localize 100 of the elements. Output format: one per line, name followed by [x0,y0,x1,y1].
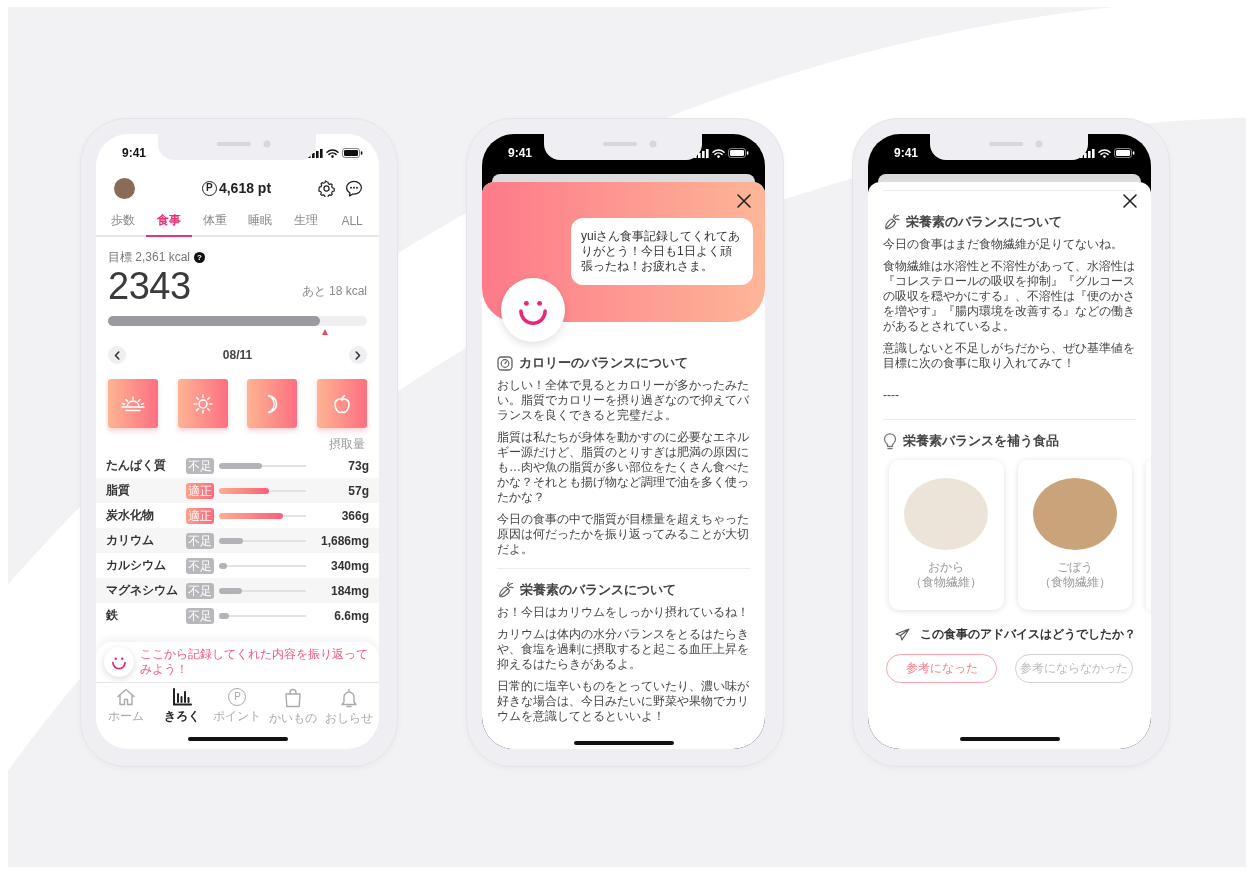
wifi-icon [326,148,339,158]
advice-paragraph: 日常的に塩辛いものをとっていたり、濃い味が好きな場合は、今日みたいに野菜や果物でカリウムを意識してとるといいよ！ [497,679,750,724]
advice-paragraph: 食物繊維は水溶性と不溶性があって、水溶性は『コレステロールの吸収を抑制』『グルコースの吸収を穏やかにする』、不溶性は『便のかさを増やす』『腸内環境を改善する』などの働きがあるとされているよ。 [883,259,1136,334]
chevron-right-icon [355,350,361,360]
nav-tab[interactable]: P ポイント [209,688,266,727]
food-category: （食物繊維） [1038,575,1111,590]
sunrise-icon [120,395,146,412]
advice-paragraph: 脂質は私たちが身体を動かすのに必要なエネルギー源だけど、脂質のとりすぎは肥満の原因にも…肉や魚の脂質が多い部位をたくさん食べたかな？それとも揚げ物など調理で油を多く使ったかな？ [497,430,750,505]
status-badge: 不足 [186,582,214,599]
nutrient-amount: 340mg [329,558,369,573]
date-label: 08/11 [222,348,253,362]
nav-tab[interactable]: おしらせ [321,688,377,727]
smiley-icon [104,647,134,677]
nutrient-name: カリウム [106,532,155,549]
section-title: 栄養素のバランスについて [520,581,676,599]
battery-icon [728,148,749,158]
apple-icon [332,393,351,414]
calorie-remaining: あと 18 kcal [301,283,367,300]
nutrient-name: 脂質 [106,482,131,499]
nav-tab[interactable]: ホーム [98,688,154,727]
home-indicator[interactable] [959,737,1060,741]
nutrient-name: マグネシウム [106,582,179,599]
status-time: 9:41 [508,146,533,160]
food-category: （食物繊維） [910,575,983,590]
food-name: おから [928,560,965,575]
status-badge: 不足 [186,532,214,549]
status-time: 9:41 [894,146,919,160]
separator-text: ---- [883,388,900,403]
food-card[interactable]: ごぼう （食物繊維） [1017,460,1133,610]
nav-tab[interactable]: かいもの [265,688,322,727]
scale-icon [497,355,513,371]
meal-button[interactable] [108,379,158,428]
speech-bubble: yuiさん食事記録してくれてありがとう！今日も1日よく頑張ったね！お疲れさま。 [571,218,753,285]
category-tab[interactable]: 食事 [145,207,192,237]
close-button[interactable] [1122,193,1138,209]
close-button[interactable] [736,193,752,209]
points-balance: 4,618 pt [218,180,272,196]
category-tab[interactable]: 体重 [191,207,238,237]
nutrient-amount: 366g [340,508,369,523]
wifi-icon [712,148,725,158]
chat-icon[interactable] [345,179,363,197]
nutrient-amount: 6.6mg [333,608,369,623]
advice-paragraph: おしい！全体で見るとカロリーが多かったみたい。脂質でカロリーを摂り過ぎなので抑えてバランスを良くできると完璧だよ。 [497,378,750,423]
home-indicator[interactable] [573,741,674,745]
sun-icon [192,393,213,414]
meal-button[interactable] [316,379,367,428]
category-tab[interactable]: 歩数 [100,207,146,237]
advice-paragraph: カリウムは体内の水分バランスをとるはたらきや、食塩を過剰に摂取すると起こる血圧上昇を抑えるはたらきがあるよ。 [497,627,750,672]
banner-text: ここから記録してくれた内容を振り返ってみよう！ [140,647,369,677]
settings-icon[interactable] [318,179,335,197]
goal-marker-icon [322,329,329,335]
advice-paragraph: 意識しないと不足しがちだから、ぜひ基準値を目標に次の食事に取り入れてみて！ [883,341,1136,371]
status-badge: 不足 [186,607,214,624]
nutrient-name: カルシウム [106,557,167,574]
smiley-icon [501,278,565,342]
vegetable-icon [497,582,514,598]
avatar[interactable] [114,177,135,199]
home-indicator[interactable] [187,737,288,741]
battery-icon [342,148,363,158]
shopping-bag-icon [284,688,303,708]
nav-tab[interactable]: きろく [153,688,210,727]
moon-icon [265,393,280,414]
feedback-question: この食事のアドバイスはどうでしたか？ [920,626,1136,643]
meal-button[interactable] [177,379,228,428]
intake-label: 摂取量 [329,436,365,453]
bell-icon [340,688,359,708]
section-title: カロリーのバランスについて [519,354,688,372]
status-badge: 適正 [186,507,214,524]
next-day-button[interactable] [349,346,367,364]
help-icon[interactable]: ? [194,252,206,263]
signal-icon [308,148,323,158]
category-tab[interactable]: 生理 [283,207,330,237]
advice-paragraph: 今日の食事の中で脂質が目標量を超えちゃった原因は何だったかを振り返ってみることが大切だよ。 [497,512,750,557]
feedback-button[interactable]: 参考になった [886,654,997,683]
nutrient-amount: 73g [347,458,369,473]
section-title: 栄養素のバランスについて [906,213,1062,231]
food-card[interactable]: おから （食物繊維） [889,460,1004,610]
house-icon [115,688,136,706]
feedback-button[interactable]: 参考にならなかった [1015,654,1133,683]
status-badge: 不足 [186,457,214,474]
battery-icon [1114,148,1135,158]
category-tab[interactable]: ALL [329,207,375,237]
meal-button[interactable] [247,379,298,428]
close-icon [736,193,752,209]
category-tab[interactable]: 睡眠 [237,207,284,237]
signal-icon [694,148,709,158]
nutrient-amount: 184mg [329,583,369,598]
vegetable-icon [883,214,900,230]
nutrient-amount: 1,686mg [319,533,369,548]
status-badge: 不足 [186,557,214,574]
review-banner[interactable]: ここから記録してくれた内容を振り返ってみよう！ [96,642,379,682]
paper-plane-icon [895,628,910,641]
nutrient-name: 炭水化物 [106,507,155,524]
lightbulb-icon [883,432,897,450]
wifi-icon [1098,148,1111,158]
advice-paragraph: お！今日はカリウムをしっかり摂れているね！ [497,605,750,620]
status-time: 9:41 [122,146,147,160]
nutrient-amount: 57g [347,483,369,498]
previous-day-button[interactable] [108,346,126,364]
food-name: ごぼう [1056,560,1093,575]
